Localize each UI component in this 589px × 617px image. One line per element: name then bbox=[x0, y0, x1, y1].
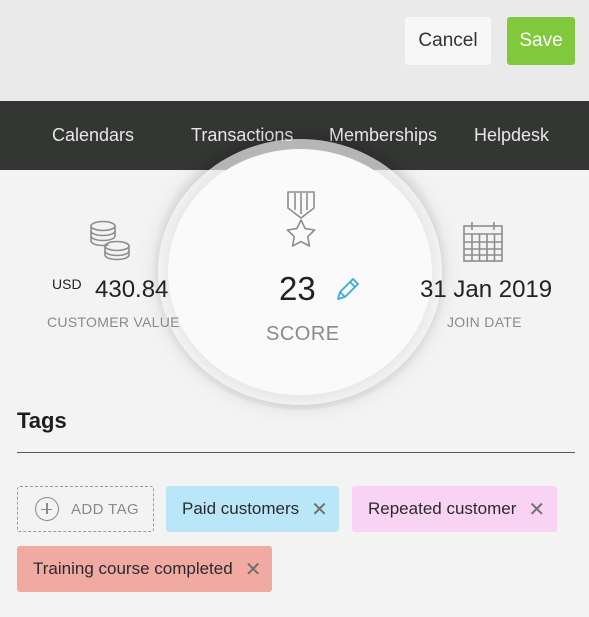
pencil-icon[interactable] bbox=[334, 275, 362, 308]
currency-code: USD bbox=[52, 276, 82, 292]
plus-circle-icon bbox=[35, 497, 59, 521]
save-button[interactable]: Save bbox=[507, 17, 575, 65]
calendar-icon bbox=[462, 221, 504, 268]
customer-value: 430.84 bbox=[95, 276, 169, 303]
nav-item-helpdesk[interactable]: Helpdesk bbox=[474, 101, 549, 170]
tag-paid-customers: Paid customers ✕ bbox=[166, 486, 339, 532]
tag-label: Training course completed bbox=[33, 559, 233, 578]
tags-heading: Tags bbox=[17, 408, 67, 433]
top-action-bar: Cancel Save bbox=[0, 0, 589, 101]
close-icon[interactable]: ✕ bbox=[311, 497, 328, 522]
add-tag-label: ADD TAG bbox=[71, 500, 140, 518]
tag-training-course-completed: Training course completed ✕ bbox=[17, 546, 272, 592]
medal-icon bbox=[282, 190, 320, 255]
nav-item-calendars[interactable]: Calendars bbox=[52, 101, 134, 170]
add-tag-button[interactable]: ADD TAG bbox=[17, 486, 154, 532]
coins-icon bbox=[88, 220, 132, 267]
close-icon[interactable]: ✕ bbox=[528, 497, 545, 522]
join-date-label: JOIN DATE bbox=[447, 314, 522, 330]
tag-repeated-customer: Repeated customer ✕ bbox=[352, 486, 557, 532]
cancel-button[interactable]: Cancel bbox=[405, 17, 491, 65]
score-label: SCORE bbox=[266, 323, 340, 345]
tags-divider bbox=[17, 452, 575, 453]
close-icon[interactable]: ✕ bbox=[245, 557, 262, 582]
customer-value-label: CUSTOMER VALUE bbox=[47, 314, 180, 330]
join-date-value: 31 Jan 2019 bbox=[420, 276, 553, 303]
tag-label: Paid customers bbox=[182, 499, 300, 518]
tag-label: Repeated customer bbox=[368, 499, 517, 518]
score-value: 23 bbox=[279, 270, 316, 307]
